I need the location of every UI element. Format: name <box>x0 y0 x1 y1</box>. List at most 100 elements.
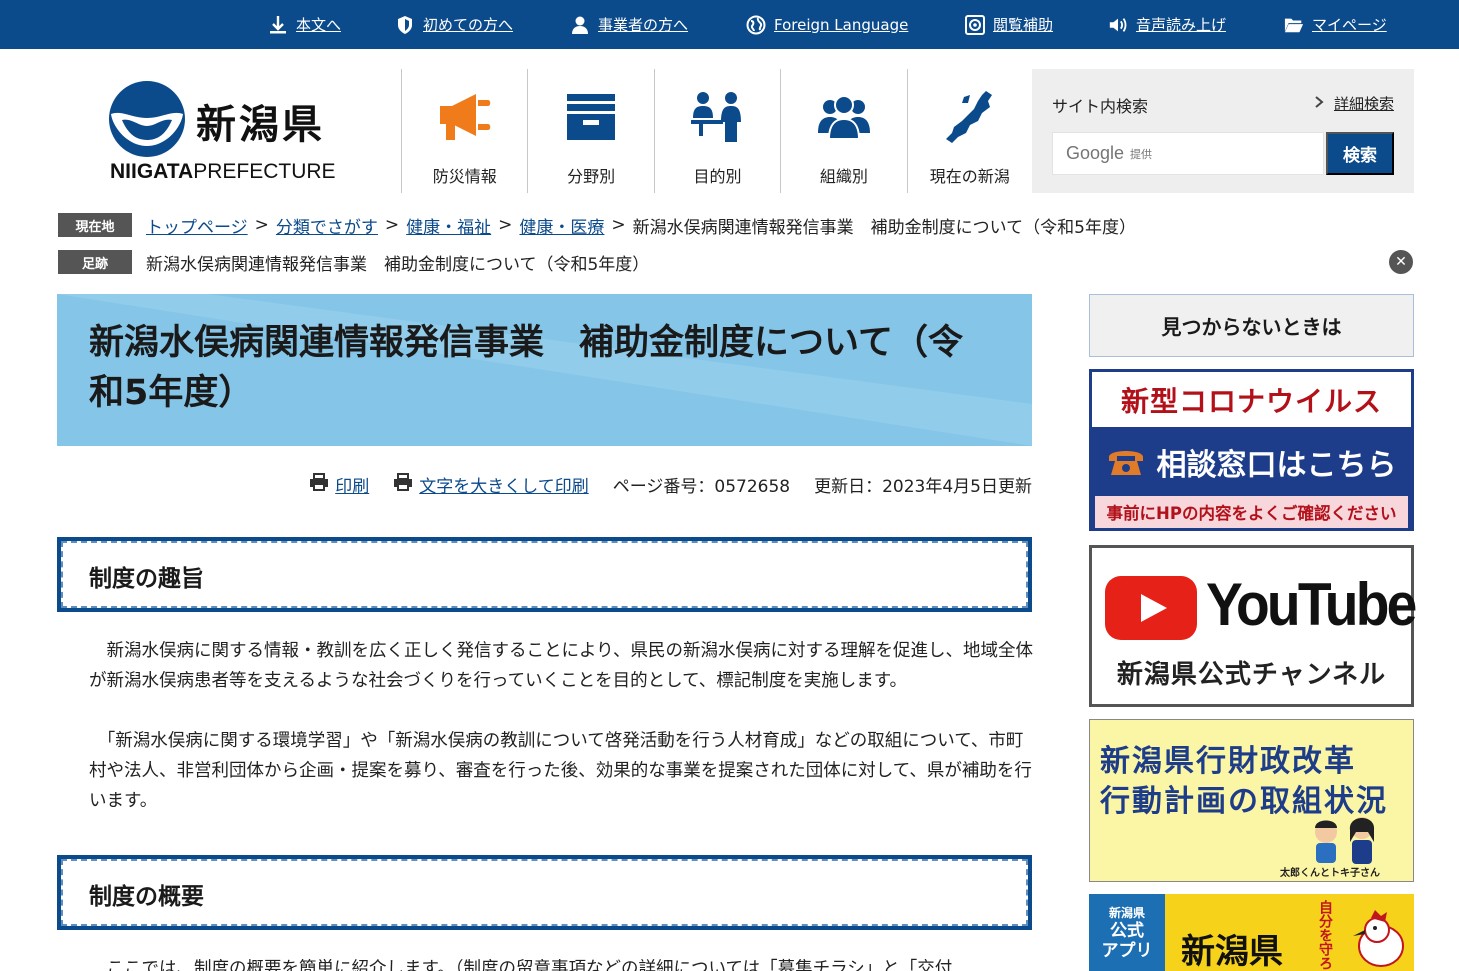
breadcrumb-link-top[interactable]: トップページ <box>146 213 248 238</box>
youtube-channel-name: 新潟県公式チャンネル <box>1116 660 1387 690</box>
official-app-badge: 新潟県 公式 アプリ <box>1089 894 1165 971</box>
official-app-badge-line1: 新潟県 <box>1108 906 1145 920</box>
footprint-item: 新潟水俣病関連情報発信事業 補助金制度について（令和5年度） <box>146 254 650 275</box>
nav-by-purpose-label: 目的別 <box>693 167 742 186</box>
foreign-language-label: Foreign Language <box>774 15 909 34</box>
skip-to-content-link[interactable]: 本文へ <box>268 0 341 49</box>
breadcrumb: 現在地 トップページ > 分類でさがす > 健康・福祉 > 健康・医療 > 新潟… <box>58 212 1136 238</box>
print-label: 印刷 <box>335 477 370 497</box>
printer-icon <box>309 473 329 496</box>
businesses-link[interactable]: 事業者の方へ <box>570 0 688 49</box>
nav-by-purpose[interactable]: 目的別 <box>653 69 780 193</box>
logo-english-rest: PREFECTURE <box>193 160 336 183</box>
official-app-title: 新潟県 <box>1181 932 1283 971</box>
updated-date: 更新日：2023年4月5日更新 <box>814 477 1032 497</box>
niigata-map-icon <box>942 89 998 145</box>
text-to-speech-link[interactable]: 音声読み上げ <box>1108 0 1226 49</box>
search-button[interactable]: 検索 <box>1326 132 1394 175</box>
breadcrumb-link-category[interactable]: 分類でさがす <box>276 213 378 238</box>
print-link[interactable]: 印刷 <box>309 472 369 497</box>
section-heading-inner-border <box>61 859 1028 926</box>
nav-by-organization[interactable]: 組織別 <box>780 69 906 193</box>
search-input[interactable]: Google 提供 <box>1052 132 1324 175</box>
footprint-items: 新潟水俣病関連情報発信事業 補助金制度について（令和5年度） <box>146 250 649 275</box>
my-page-label: マイページ <box>1312 16 1387 34</box>
top-utility-bar: 本文へ 初めての方へ 事業者の方へ Foreign Language 閲覧補助 … <box>0 0 1459 49</box>
browsing-assist-link[interactable]: 閲覧補助 <box>965 0 1053 49</box>
breadcrumb-separator: > <box>384 215 400 235</box>
print-large-link[interactable]: 文字を大きくして印刷 <box>393 472 589 497</box>
accessibility-icon <box>965 14 985 35</box>
covid-banner-subtitle: 相談窓口はこちら <box>1092 432 1411 492</box>
youtube-play-icon <box>1105 576 1197 640</box>
toki-bird-mascot-icon <box>1353 910 1404 967</box>
tray-icon <box>563 89 619 145</box>
section-heading: 制度の趣旨 <box>89 566 204 592</box>
foreign-language-link[interactable]: Foreign Language <box>746 0 908 49</box>
covid-banner-subtitle-text: 相談窓口はこちら <box>1156 448 1397 483</box>
google-wordmark: Google <box>1066 143 1125 163</box>
page-title-banner: 新潟水俣病関連情報発信事業 補助金制度について（令和5年度） <box>57 294 1032 446</box>
person-icon <box>570 15 590 35</box>
people-desk-icon <box>689 89 745 145</box>
telephone-icon <box>1108 451 1143 475</box>
not-found-help-link[interactable]: 見つからないときは <box>1089 294 1414 357</box>
nav-by-organization-label: 組織別 <box>819 167 868 186</box>
logo-english-bold: NIIGATA <box>110 160 194 183</box>
youtube-wordmark: YouTube <box>1206 571 1417 638</box>
prefecture-emblem-icon <box>109 81 185 157</box>
footprint-trail: 足跡 新潟水俣病関連情報発信事業 補助金制度について（令和5年度） <box>58 249 649 275</box>
section-paragraph: 新潟水俣病に関する情報・教訓を広く正しく発信することにより、県民の新潟水俣病に対… <box>89 641 1033 691</box>
section-heading-box: 制度の趣旨 <box>57 537 1032 612</box>
breadcrumb-link-health-welfare[interactable]: 健康・福祉 <box>406 213 491 238</box>
site-search-title: サイト内検索 <box>1052 97 1149 116</box>
site-search: サイト内検索 詳細検索 Google 提供 検索 <box>1032 69 1414 193</box>
section-heading-inner-border <box>61 541 1028 608</box>
print-large-label: 文字を大きくして印刷 <box>419 477 589 497</box>
printer-icon <box>393 473 413 496</box>
globe-icon <box>746 15 766 35</box>
first-time-visitors-link[interactable]: 初めての方へ <box>395 0 513 49</box>
logo-japanese-name: 新潟県 <box>196 102 325 148</box>
close-footprint-icon[interactable]: ✕ <box>1389 250 1413 274</box>
youtube-channel-banner[interactable]: YouTube 新潟県公式チャンネル <box>1089 545 1417 707</box>
footprint-tag: 足跡 <box>58 250 132 274</box>
speaker-icon <box>1108 15 1128 35</box>
niigata-prefecture-logo[interactable]: 新潟県 NIIGATAPREFECTURE <box>108 78 336 188</box>
advanced-search-link[interactable]: 詳細検索 <box>1314 93 1394 114</box>
nav-disaster-info-label: 防災情報 <box>432 167 497 186</box>
first-time-visitors-label: 初めての方へ <box>423 16 514 34</box>
administrative-reform-banner[interactable]: 新潟県行財政改革 行動計画の取組状況 太郎くんとトキ子さん <box>1089 719 1414 882</box>
skip-to-content-label: 本文へ <box>296 16 342 34</box>
official-app-banner[interactable]: 新潟県 公式 アプリ 新潟県 自分を守ろう <box>1089 894 1414 971</box>
folder-icon <box>1284 15 1304 35</box>
breadcrumb-separator: > <box>254 215 269 235</box>
reform-banner-caption: 太郎くんとトキ子さん <box>1280 868 1380 879</box>
breadcrumb-tag: 現在地 <box>58 213 132 237</box>
covid-banner-note: 事前にHPの内容をよくご確認ください <box>1095 496 1408 528</box>
group-icon <box>816 89 872 145</box>
covid-consultation-banner[interactable]: 新型コロナウイルス 相談窓口はこちら 事前にHPの内容をよくご確認ください <box>1089 369 1414 531</box>
nav-by-field[interactable]: 分野別 <box>527 69 653 193</box>
my-page-link[interactable]: マイページ <box>1284 0 1387 49</box>
browsing-assist-label: 閲覧補助 <box>993 16 1054 34</box>
official-app-badge-line3: アプリ <box>1101 941 1153 961</box>
nav-niigata-now[interactable]: 現在の新潟 <box>906 69 1033 193</box>
page-number: ページ番号：0572658 <box>612 477 791 497</box>
official-app-slogan: 自分を守ろう <box>1317 900 1333 971</box>
covid-banner-title: 新型コロナウイルス <box>1092 372 1411 427</box>
nav-disaster-info[interactable]: 防災情報 <box>401 69 527 193</box>
mascot-characters-icon <box>1315 817 1375 864</box>
page-title: 新潟水俣病関連情報発信事業 補助金制度について（令和5年度） <box>89 323 963 413</box>
official-app-badge-line2: 公式 <box>1110 921 1144 941</box>
reform-banner-line1: 新潟県行財政改革 <box>1100 744 1356 779</box>
page-tools: 印刷 文字を大きくして印刷 ページ番号：0572658 更新日：2023年4月5… <box>309 472 1032 497</box>
breadcrumb-link-health-medical[interactable]: 健康・医療 <box>519 213 604 238</box>
section-heading-box: 制度の概要 <box>57 855 1032 930</box>
chevron-right-icon <box>1314 95 1324 113</box>
nav-niigata-now-label: 現在の新潟 <box>929 167 1010 186</box>
section-paragraph: 「新潟水俣病に関する環境学習」や「新潟水俣病の教訓について啓発活動を行う人材育成… <box>89 731 1032 811</box>
advanced-search-label: 詳細検索 <box>1333 95 1394 113</box>
section-heading: 制度の概要 <box>89 884 204 910</box>
google-provided-label: 提供 <box>1130 147 1153 161</box>
